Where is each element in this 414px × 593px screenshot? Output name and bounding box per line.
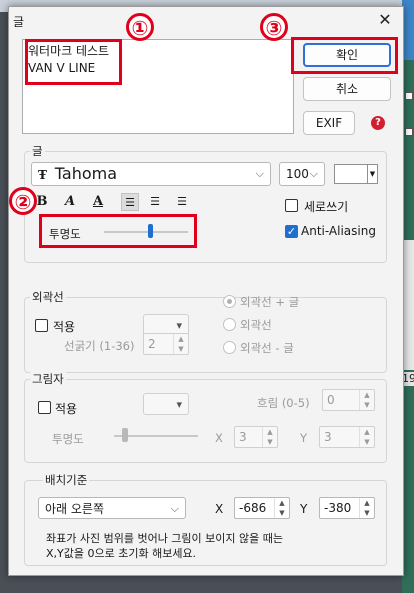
shadow-y-value: 3	[324, 430, 332, 444]
outline-thickness-label: 선굵기 (1-36)	[64, 339, 135, 353]
underline-button[interactable]: A	[89, 193, 107, 211]
font-size-select[interactable]: 100 ⌵	[279, 162, 325, 186]
align-right-icon[interactable]: ☰	[173, 193, 191, 211]
anchor-value: 아래 오른쪽	[45, 502, 105, 516]
annotation-badge-2: ②	[9, 187, 37, 215]
spinner-arrows-icon[interactable]: ▲ ▼	[359, 390, 374, 410]
spinner-arrows-icon[interactable]: ▲ ▼	[262, 427, 277, 447]
vertical-text-checkbox[interactable]	[285, 199, 298, 212]
anti-aliasing-label: Anti-Aliasing	[301, 224, 376, 238]
spinner-arrows-icon[interactable]: ▲ ▼	[274, 498, 289, 518]
outline-radio-only[interactable]	[223, 318, 236, 331]
font-type-icon: Ŧ	[38, 168, 47, 182]
annotation-box-1	[25, 39, 122, 85]
outline-group	[24, 297, 387, 373]
annotation-badge-1: ①	[126, 13, 154, 41]
anti-aliasing-checkbox[interactable]: ✓	[285, 225, 298, 238]
shadow-apply-label: 적용	[55, 402, 78, 416]
outline-radio-both[interactable]	[223, 295, 236, 308]
font-group-label: 글	[30, 143, 45, 159]
color-dropdown-icon[interactable]: ▼	[368, 164, 378, 184]
watermark-dialog: 글 ✕ 워터마크 테스트 VAN V LINE 확인 취소 EXIF ? 글 Ŧ…	[8, 6, 404, 576]
font-family-select[interactable]: Ŧ Tahoma ⌵	[31, 162, 271, 186]
chevron-down-icon: ⌵	[255, 167, 264, 180]
position-x-label: X	[215, 502, 224, 516]
position-y-spinner[interactable]: -380 ▲ ▼	[319, 497, 375, 519]
chevron-down-icon: ⌵	[309, 167, 318, 180]
annotation-box-3	[291, 37, 398, 74]
position-x-spinner[interactable]: -686 ▲ ▼	[234, 497, 290, 519]
shadow-x-value: 3	[239, 430, 247, 444]
outline-option-only: 외곽선	[240, 318, 272, 332]
shadow-x-label: X	[215, 431, 223, 445]
spinner-arrows-icon[interactable]: ▲ ▼	[359, 498, 374, 518]
position-y-value: -380	[324, 501, 352, 515]
text-color-swatch[interactable]	[334, 164, 368, 184]
outline-radio-minus[interactable]	[223, 341, 236, 354]
position-hint-line1: 좌표가 사진 범위를 벗어나 그림이 보이지 않을 때는	[46, 532, 283, 545]
help-icon[interactable]: ?	[371, 116, 385, 130]
shadow-opacity-slider-thumb[interactable]	[122, 428, 129, 442]
chevron-down-icon: ⌵	[170, 502, 179, 515]
shadow-y-label: Y	[300, 431, 308, 445]
vertical-text-label: 세로쓰기	[304, 200, 349, 214]
annotation-box-2	[39, 214, 197, 248]
exif-button[interactable]: EXIF	[303, 111, 355, 135]
shadow-blur-value: 0	[327, 393, 335, 407]
position-y-label: Y	[300, 502, 308, 516]
shadow-x-spinner[interactable]: 3 ▲ ▼	[234, 426, 278, 448]
anchor-select[interactable]: 아래 오른쪽 ⌵	[38, 497, 186, 519]
outline-thickness-spinner[interactable]: 2 ▲ ▼	[143, 333, 189, 355]
shadow-opacity-label: 투명도	[52, 432, 84, 446]
outline-apply-label: 적용	[53, 320, 76, 334]
shadow-group-label: 그림자	[30, 371, 66, 387]
position-group-label: 배치기준	[43, 472, 90, 488]
shadow-blur-spinner[interactable]: 0 ▲ ▼	[322, 389, 375, 411]
outline-option-both: 외곽선 + 글	[240, 295, 300, 309]
shadow-y-spinner[interactable]: 3 ▲ ▼	[319, 426, 375, 448]
italic-button[interactable]: A	[61, 193, 79, 211]
dialog-title: 글	[13, 15, 25, 29]
spinner-arrows-icon[interactable]: ▲ ▼	[359, 427, 374, 447]
shadow-color-select[interactable]: ▾	[143, 393, 189, 415]
align-left-icon[interactable]: ☰	[121, 193, 139, 211]
shadow-apply-checkbox[interactable]	[38, 401, 51, 414]
font-size-value: 100	[286, 167, 309, 181]
position-hint-line2: X,Y값을 0으로 초기화 해보세요.	[46, 547, 197, 560]
outline-thickness-value: 2	[148, 337, 156, 351]
position-x-value: -686	[239, 501, 267, 515]
font-family-value: Tahoma	[54, 164, 118, 183]
spinner-arrows-icon[interactable]: ▲ ▼	[173, 334, 188, 354]
outline-group-label: 외곽선	[30, 289, 66, 305]
annotation-badge-3: ③	[260, 13, 288, 41]
outline-apply-checkbox[interactable]	[35, 319, 48, 332]
chevron-down-icon: ▾	[176, 398, 182, 411]
align-center-icon[interactable]: ☰	[146, 193, 164, 211]
shadow-blur-label: 흐림 (0-5)	[257, 396, 310, 410]
close-icon[interactable]: ✕	[373, 9, 397, 31]
cancel-button[interactable]: 취소	[303, 77, 391, 101]
outline-option-minus: 외곽선 - 글	[240, 341, 294, 355]
